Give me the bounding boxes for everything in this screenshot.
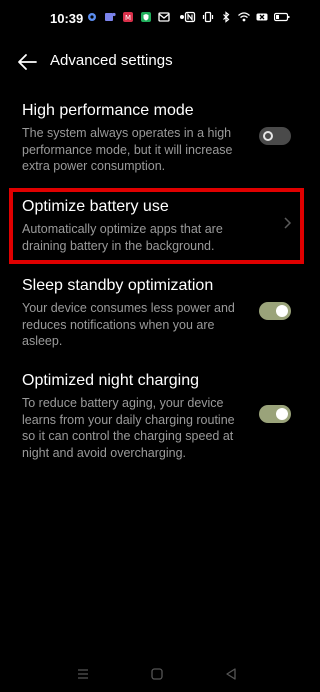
status-bar: 10:39 M <box>0 0 312 36</box>
menu-icon[interactable] <box>76 667 90 681</box>
status-time: 10:39 <box>50 11 84 26</box>
setting-title: Sleep standby optimization <box>22 277 214 294</box>
setting-optimized-night-charging[interactable]: Optimized night charging To reduce batte… <box>0 368 312 466</box>
setting-description: Your device consumes less power and redu… <box>22 301 235 348</box>
toggle-knob <box>276 408 288 420</box>
home-icon[interactable] <box>150 667 164 681</box>
messenger-icon <box>158 12 170 22</box>
battery-x-icon <box>256 13 268 21</box>
night-charging-toggle[interactable] <box>259 405 291 423</box>
setting-high-performance-mode[interactable]: High performance mode The system always … <box>0 98 312 180</box>
setting-description: The system always operates in a high per… <box>22 126 233 173</box>
vibrate-icon <box>202 11 214 23</box>
sleep-standby-toggle[interactable] <box>259 302 291 320</box>
back-triangle-icon[interactable] <box>224 667 238 681</box>
wifi-icon <box>238 12 250 22</box>
settings-gear-icon <box>88 13 96 21</box>
high-performance-toggle[interactable] <box>259 127 291 145</box>
toggle-knob <box>276 305 288 317</box>
arrow-left-icon[interactable] <box>14 50 40 74</box>
page-title: Advanced settings <box>50 52 173 69</box>
app-red-icon: M <box>123 12 133 22</box>
setting-title: High performance mode <box>22 102 194 119</box>
teams-icon <box>105 12 116 21</box>
navigation-bar <box>0 664 312 684</box>
app-green-shield-icon <box>141 12 151 22</box>
battery-icon <box>274 12 290 22</box>
system-icons <box>184 11 290 23</box>
app-bar: Advanced settings <box>0 44 312 80</box>
toggle-knob <box>263 131 273 141</box>
notification-icons: M <box>86 11 188 23</box>
setting-sleep-standby-optimization[interactable]: Sleep standby optimization Your device c… <box>0 273 312 353</box>
bluetooth-icon <box>223 11 230 23</box>
highlight-box <box>9 188 304 264</box>
nfc-icon <box>184 11 196 23</box>
setting-title: Optimized night charging <box>22 372 199 389</box>
setting-description: To reduce battery aging, your device lea… <box>22 396 235 460</box>
svg-text:M: M <box>125 14 131 22</box>
